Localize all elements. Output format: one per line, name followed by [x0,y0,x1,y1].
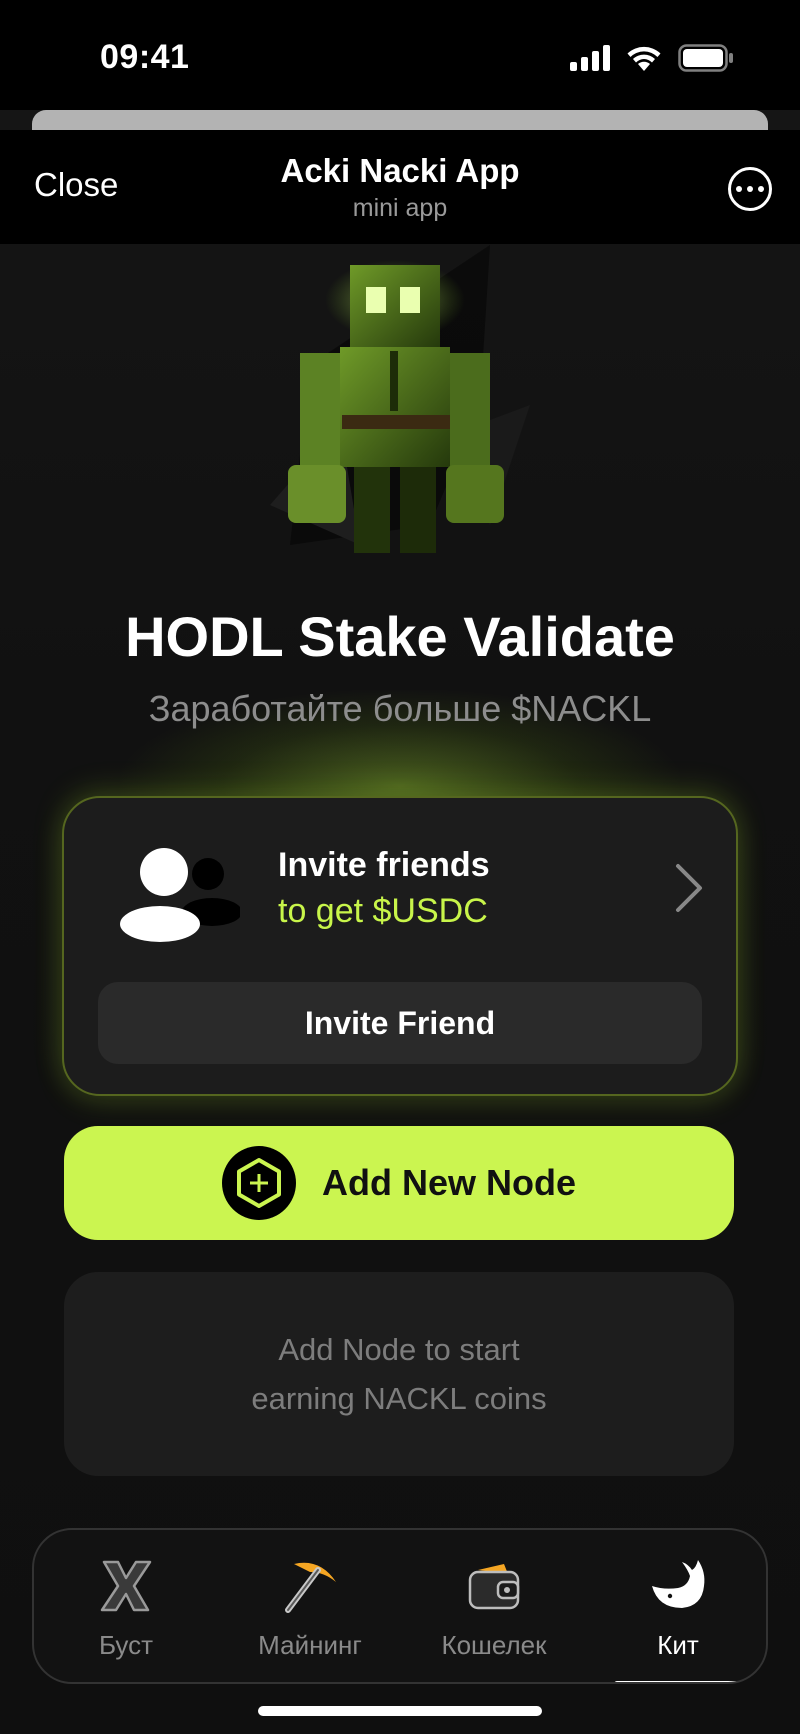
tab-label: Кошелек [441,1630,547,1660]
tab-label: Буст [98,1630,154,1660]
whale-icon [652,1560,705,1608]
tab-mining[interactable]: Майнинг [218,1530,402,1682]
more-dot-icon [758,186,764,192]
tab-wallet[interactable]: Кошелек [402,1530,586,1682]
home-indicator [258,1706,542,1716]
tab-label: Майнинг [258,1630,362,1660]
add-hexagon-icon [221,1146,296,1220]
tab-boost[interactable]: Буст [34,1530,218,1682]
invite-friends-card[interactable]: Invite friends to get $USDC Invite Frien… [62,796,738,1096]
pickaxe-icon [285,1562,336,1613]
tab-label: Кит [657,1630,699,1660]
more-dot-icon [736,186,742,192]
app-title: Acki Nacki App [280,152,520,189]
active-tab-indicator [614,1681,742,1682]
status-bar: 09:41 [0,0,800,110]
cellular-signal-icon [570,45,610,71]
more-dot-icon [747,186,753,192]
more-options-button[interactable] [728,167,772,211]
empty-state-text: Add Node to start earning NACKL coins [251,1332,547,1416]
add-node-label: Add New Node [321,1162,576,1203]
hero-subtitle: Заработайте больше $NACKL [148,688,652,729]
empty-nodes-card: Add Node to start earning NACKL coins [64,1272,734,1476]
status-icons [570,44,734,72]
add-new-node-button[interactable]: Add New Node [64,1126,734,1240]
bottom-tab-bar: Буст Майнинг Кошелек Кит [32,1528,768,1684]
wallet-icon [468,1564,520,1610]
mini-app-header: Close Acki Nacki App mini app [0,130,800,244]
hero-title: HODL Stake Validate [125,605,675,668]
battery-icon [678,44,733,72]
sheet-handle [32,110,768,130]
friends-icon [120,848,240,942]
invite-friend-button[interactable]: Invite Friend [98,982,702,1064]
tab-whale[interactable]: Кит [586,1530,766,1682]
invite-title: Invite friends [278,846,490,884]
status-time: 09:41 [100,38,190,76]
app-screen: 09:41 Close Acki Nacki App mini app HODL… [0,0,800,1734]
chevron-right-icon[interactable] [668,860,708,916]
app-subtitle: mini app [352,194,448,222]
invite-subtitle: to get $USDC [278,892,488,930]
robot-miner-illustration [270,245,530,553]
wifi-icon [627,46,661,71]
x-boost-icon [100,1560,152,1612]
